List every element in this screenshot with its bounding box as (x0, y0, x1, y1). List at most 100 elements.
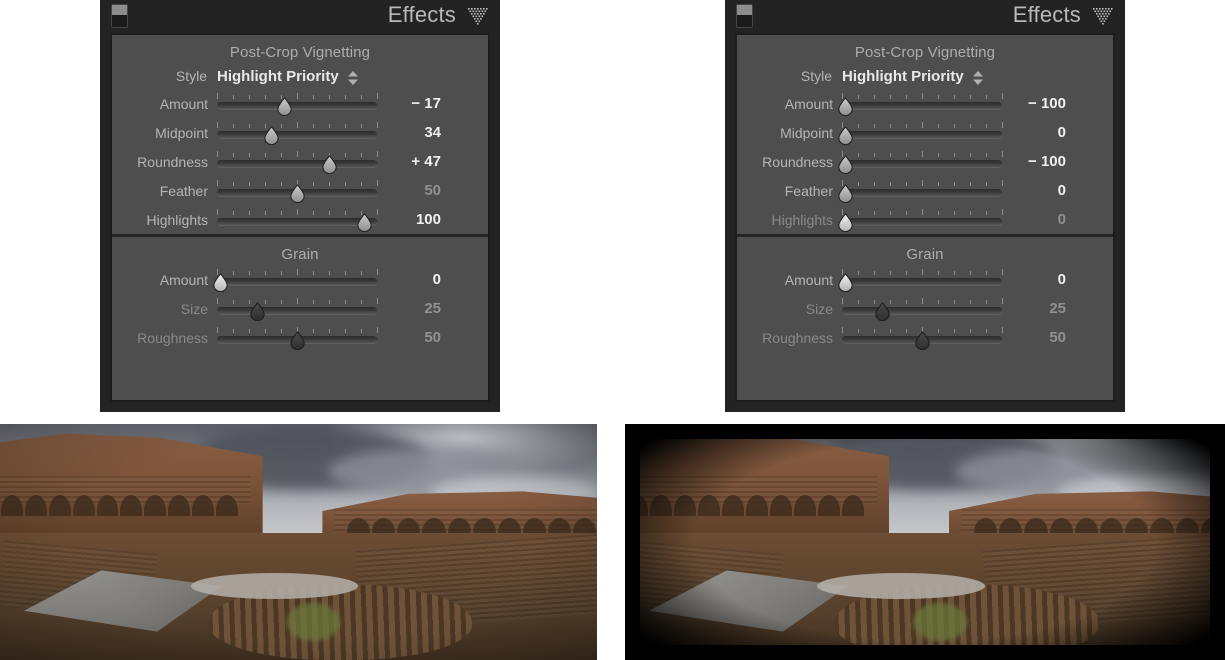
slider-amount[interactable] (838, 92, 1003, 116)
slider-label[interactable]: Feather (737, 183, 842, 199)
slider-value[interactable]: 0 (377, 271, 455, 288)
slider-value[interactable]: 25 (1002, 300, 1080, 317)
panel-title[interactable]: Effects (388, 2, 456, 28)
slider-track[interactable] (217, 101, 377, 109)
slider-value[interactable]: − 100 (1002, 95, 1080, 112)
slider-track[interactable] (217, 130, 377, 138)
slider-handle[interactable] (836, 183, 855, 203)
panel-toggle-icon[interactable] (736, 4, 753, 28)
slider-row-amount: Amount − 100 (737, 89, 1113, 118)
slider-track[interactable] (842, 159, 1002, 167)
slider-value[interactable]: 50 (377, 329, 455, 346)
slider-handle[interactable] (836, 212, 855, 232)
arch (96, 494, 119, 517)
dotted-triangle-icon[interactable] (1091, 7, 1115, 26)
slider-handle[interactable] (836, 272, 855, 292)
slider-track[interactable] (842, 188, 1002, 196)
slider-track[interactable] (842, 101, 1002, 109)
arch (842, 494, 864, 517)
panel-toggle-icon[interactable] (111, 4, 128, 28)
slider-value[interactable]: 0 (1002, 211, 1080, 228)
slider-roundness[interactable] (216, 150, 378, 174)
slider-size[interactable] (841, 297, 1003, 321)
slider-label[interactable]: Roundness (112, 154, 217, 170)
slider-track[interactable] (842, 130, 1002, 138)
slider-value[interactable]: + 47 (377, 153, 455, 170)
arch (650, 494, 672, 517)
slider-label[interactable]: Size (112, 301, 217, 317)
slider-size[interactable] (216, 297, 378, 321)
slider-label[interactable]: Roughness (737, 330, 842, 346)
slider-value[interactable]: 0 (1002, 271, 1080, 288)
slider-roughness[interactable] (216, 326, 378, 350)
slider-highlights[interactable] (838, 208, 1003, 232)
slider-row-feather: Feather 50 (112, 176, 488, 205)
slider-track[interactable] (217, 306, 377, 314)
slider-handle[interactable] (320, 154, 339, 174)
slider-highlights[interactable] (216, 208, 378, 232)
slider-label[interactable]: Amount (112, 272, 217, 288)
slider-handle[interactable] (836, 96, 855, 116)
slider-midpoint[interactable] (216, 121, 378, 145)
slider-handle[interactable] (288, 183, 307, 203)
slider-label[interactable]: Size (737, 301, 842, 317)
slider-label[interactable]: Roughness (112, 330, 217, 346)
slider-value[interactable]: 0 (1002, 124, 1080, 141)
slider-label[interactable]: Midpoint (737, 125, 842, 141)
up-down-chevron-icon[interactable] (347, 70, 359, 86)
slider-amount[interactable] (216, 92, 378, 116)
slider-label[interactable]: Highlights (112, 212, 217, 228)
slider-label[interactable]: Amount (737, 96, 842, 112)
slider-label[interactable]: Amount (112, 96, 217, 112)
style-value-dropdown[interactable]: Highlight Priority (217, 68, 339, 85)
dotted-triangle-icon[interactable] (466, 7, 490, 26)
slider-value[interactable]: 50 (1002, 329, 1080, 346)
slider-roundness[interactable] (838, 150, 1003, 174)
slider-label[interactable]: Feather (112, 183, 217, 199)
slider-amount[interactable] (838, 268, 1003, 292)
slider-handle[interactable] (873, 301, 892, 321)
slider-track[interactable] (217, 159, 377, 167)
slider-label[interactable]: Amount (737, 272, 842, 288)
arch (674, 494, 696, 517)
slider-handle[interactable] (211, 272, 230, 292)
slider-track[interactable] (842, 277, 1002, 285)
slider-label[interactable]: Highlights (737, 212, 842, 228)
arch (192, 494, 214, 517)
slider-value[interactable]: 0 (1002, 182, 1080, 199)
slider-handle[interactable] (248, 301, 267, 321)
slider-handle[interactable] (836, 154, 855, 174)
section-title: Post-Crop Vignetting (854, 44, 996, 61)
slider-value[interactable]: 34 (377, 124, 455, 141)
slider-track[interactable] (842, 217, 1002, 225)
slider-track[interactable] (217, 217, 377, 225)
slider-handle[interactable] (913, 330, 932, 350)
slider-handle[interactable] (355, 212, 374, 232)
slider-handle[interactable] (288, 330, 307, 350)
slider-row-roundness: Roundness − 100 (737, 147, 1113, 176)
slider-value[interactable]: 25 (377, 300, 455, 317)
slider-value[interactable]: − 100 (1002, 153, 1080, 170)
slider-feather[interactable] (838, 179, 1003, 203)
up-down-chevron-icon[interactable] (972, 70, 984, 86)
slider-feather[interactable] (216, 179, 378, 203)
panel-title[interactable]: Effects (1013, 2, 1081, 28)
slider-value[interactable]: 100 (377, 211, 455, 228)
slider-handle[interactable] (275, 96, 294, 116)
slider-roughness[interactable] (841, 326, 1003, 350)
slider-midpoint[interactable] (838, 121, 1003, 145)
slider-label[interactable]: Midpoint (112, 125, 217, 141)
slider-track[interactable] (842, 306, 1002, 314)
slider-track[interactable] (217, 277, 377, 285)
style-value-dropdown[interactable]: Highlight Priority (842, 68, 964, 85)
slider-label[interactable]: Roundness (737, 154, 842, 170)
slider-handle[interactable] (262, 125, 281, 145)
slider-row-highlights: Highlights 100 (112, 205, 488, 234)
slider-value[interactable]: 50 (377, 182, 455, 199)
slider-ticks (841, 150, 1003, 158)
arch (1, 494, 23, 517)
slider-ticks (216, 208, 378, 216)
slider-handle[interactable] (836, 125, 855, 145)
slider-value[interactable]: − 17 (377, 95, 455, 112)
slider-amount[interactable] (213, 268, 378, 292)
